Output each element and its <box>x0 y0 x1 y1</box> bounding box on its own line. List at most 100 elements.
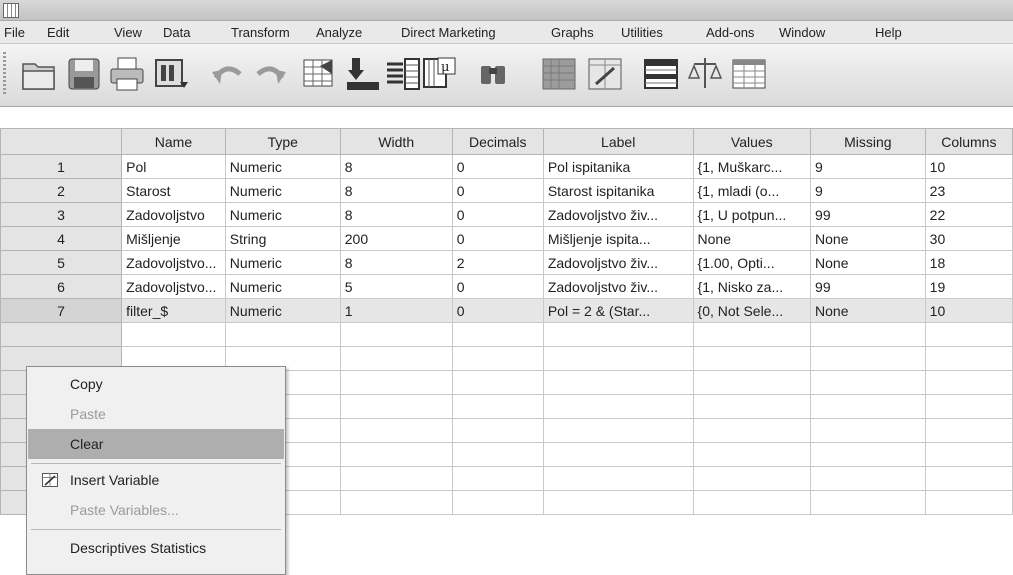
cell-columns[interactable]: 30 <box>924 226 1013 251</box>
cell-name[interactable]: Mišljenje <box>121 226 226 251</box>
menu-item-insert-variable[interactable]: Insert Variable <box>28 465 284 495</box>
empty-cell[interactable] <box>692 418 812 443</box>
cell-label[interactable]: Pol ispitanika <box>542 154 694 179</box>
cell-type[interactable]: Numeric <box>224 274 341 299</box>
empty-cell[interactable] <box>339 322 453 347</box>
undo-icon[interactable] <box>208 54 246 94</box>
cell-width[interactable]: 8 <box>339 202 453 227</box>
menu-direct-marketing[interactable]: Direct Marketing <box>401 25 496 40</box>
empty-cell[interactable] <box>339 394 453 419</box>
cell-missing[interactable]: 9 <box>810 178 926 203</box>
cell-name[interactable]: filter_$ <box>121 298 226 323</box>
empty-cell[interactable] <box>810 370 926 395</box>
cell-name[interactable]: Zadovoljstvo <box>121 202 226 227</box>
cell-missing[interactable]: None <box>810 226 926 251</box>
menu-analyze[interactable]: Analyze <box>316 25 362 40</box>
cell-decimals[interactable]: 0 <box>451 226 544 251</box>
menu-item-paste-variables[interactable]: Paste Variables... <box>28 495 284 525</box>
row-number[interactable]: 3 <box>0 202 123 227</box>
print-icon[interactable] <box>108 54 146 94</box>
empty-cell[interactable] <box>924 442 1013 467</box>
empty-cell[interactable] <box>692 346 812 371</box>
row-number[interactable]: 2 <box>0 178 123 203</box>
menu-item-descriptives-statistics[interactable]: Descriptives Statistics <box>28 533 284 563</box>
menu-edit[interactable]: Edit <box>47 25 69 40</box>
cell-type[interactable]: Numeric <box>224 154 341 179</box>
empty-cell[interactable] <box>542 394 694 419</box>
empty-cell[interactable] <box>810 394 926 419</box>
menu-help[interactable]: Help <box>875 25 902 40</box>
cell-type[interactable]: Numeric <box>224 298 341 323</box>
row-number[interactable]: 1 <box>0 154 123 179</box>
goto-case-icon[interactable] <box>300 54 338 94</box>
empty-cell[interactable] <box>451 466 544 491</box>
cell-type[interactable]: Numeric <box>224 250 341 275</box>
variables-icon[interactable] <box>384 54 422 94</box>
empty-cell[interactable] <box>339 466 453 491</box>
cell-type[interactable]: Numeric <box>224 202 341 227</box>
empty-cell[interactable] <box>924 466 1013 491</box>
empty-cell[interactable] <box>339 346 453 371</box>
col-header-type[interactable]: Type <box>224 128 341 155</box>
cell-missing[interactable]: 99 <box>810 274 926 299</box>
empty-cell[interactable] <box>451 370 544 395</box>
cell-width[interactable]: 8 <box>339 250 453 275</box>
cell-name[interactable]: Zadovoljstvo... <box>121 250 226 275</box>
cell-values[interactable]: {1, Muškarc... <box>692 154 812 179</box>
col-header-values[interactable]: Values <box>692 128 812 155</box>
empty-cell[interactable] <box>542 418 694 443</box>
row-number[interactable]: 7 <box>0 298 123 323</box>
empty-cell[interactable] <box>339 370 453 395</box>
cell-width[interactable]: 8 <box>339 178 453 203</box>
empty-cell[interactable] <box>810 490 926 515</box>
menu-window[interactable]: Window <box>779 25 825 40</box>
empty-cell[interactable] <box>451 346 544 371</box>
cell-columns[interactable]: 23 <box>924 178 1013 203</box>
col-header-columns[interactable]: Columns <box>924 128 1013 155</box>
save-icon[interactable] <box>65 54 103 94</box>
empty-cell[interactable] <box>339 418 453 443</box>
cell-decimals[interactable]: 0 <box>451 154 544 179</box>
empty-cell[interactable] <box>451 490 544 515</box>
cell-label[interactable]: Mišljenje ispita... <box>542 226 694 251</box>
empty-cell[interactable] <box>810 418 926 443</box>
cell-label[interactable]: Zadovoljstvo živ... <box>542 250 694 275</box>
menu-utilities[interactable]: Utilities <box>621 25 663 40</box>
empty-cell[interactable] <box>692 466 812 491</box>
cell-missing[interactable]: None <box>810 298 926 323</box>
empty-cell[interactable] <box>810 322 926 347</box>
cell-name[interactable]: Pol <box>121 154 226 179</box>
cell-width[interactable]: 1 <box>339 298 453 323</box>
menu-file[interactable]: File <box>4 25 25 40</box>
cell-missing[interactable]: 9 <box>810 154 926 179</box>
empty-cell[interactable] <box>692 322 812 347</box>
empty-cell[interactable] <box>810 442 926 467</box>
cell-columns[interactable]: 10 <box>924 298 1013 323</box>
empty-cell[interactable] <box>451 418 544 443</box>
weight-cases-icon[interactable] <box>686 54 724 94</box>
cell-decimals[interactable]: 2 <box>451 250 544 275</box>
cell-values[interactable]: {0, Not Sele... <box>692 298 812 323</box>
cell-columns[interactable]: 19 <box>924 274 1013 299</box>
cell-values[interactable]: {1.00, Opti... <box>692 250 812 275</box>
cell-width[interactable]: 8 <box>339 154 453 179</box>
empty-cell[interactable] <box>542 490 694 515</box>
insert-cases-icon[interactable] <box>540 54 578 94</box>
empty-cell[interactable] <box>692 370 812 395</box>
empty-cell[interactable] <box>451 322 544 347</box>
empty-cell[interactable] <box>810 466 926 491</box>
corner-cell[interactable] <box>0 128 123 155</box>
redo-icon[interactable] <box>252 54 290 94</box>
menu-item-paste[interactable]: Paste <box>28 399 284 429</box>
menu-item-copy[interactable]: Copy <box>28 369 284 399</box>
run-descriptives-icon[interactable]: μ <box>420 54 458 94</box>
recall-dialog-icon[interactable] <box>152 54 190 94</box>
cell-missing[interactable]: 99 <box>810 202 926 227</box>
split-file-icon[interactable] <box>642 54 680 94</box>
row-number[interactable]: 4 <box>0 226 123 251</box>
empty-cell[interactable] <box>924 346 1013 371</box>
cell-label[interactable]: Pol = 2 & (Star... <box>542 298 694 323</box>
cell-name[interactable]: Starost <box>121 178 226 203</box>
select-cases-icon[interactable] <box>730 54 768 94</box>
menu-transform[interactable]: Transform <box>231 25 290 40</box>
